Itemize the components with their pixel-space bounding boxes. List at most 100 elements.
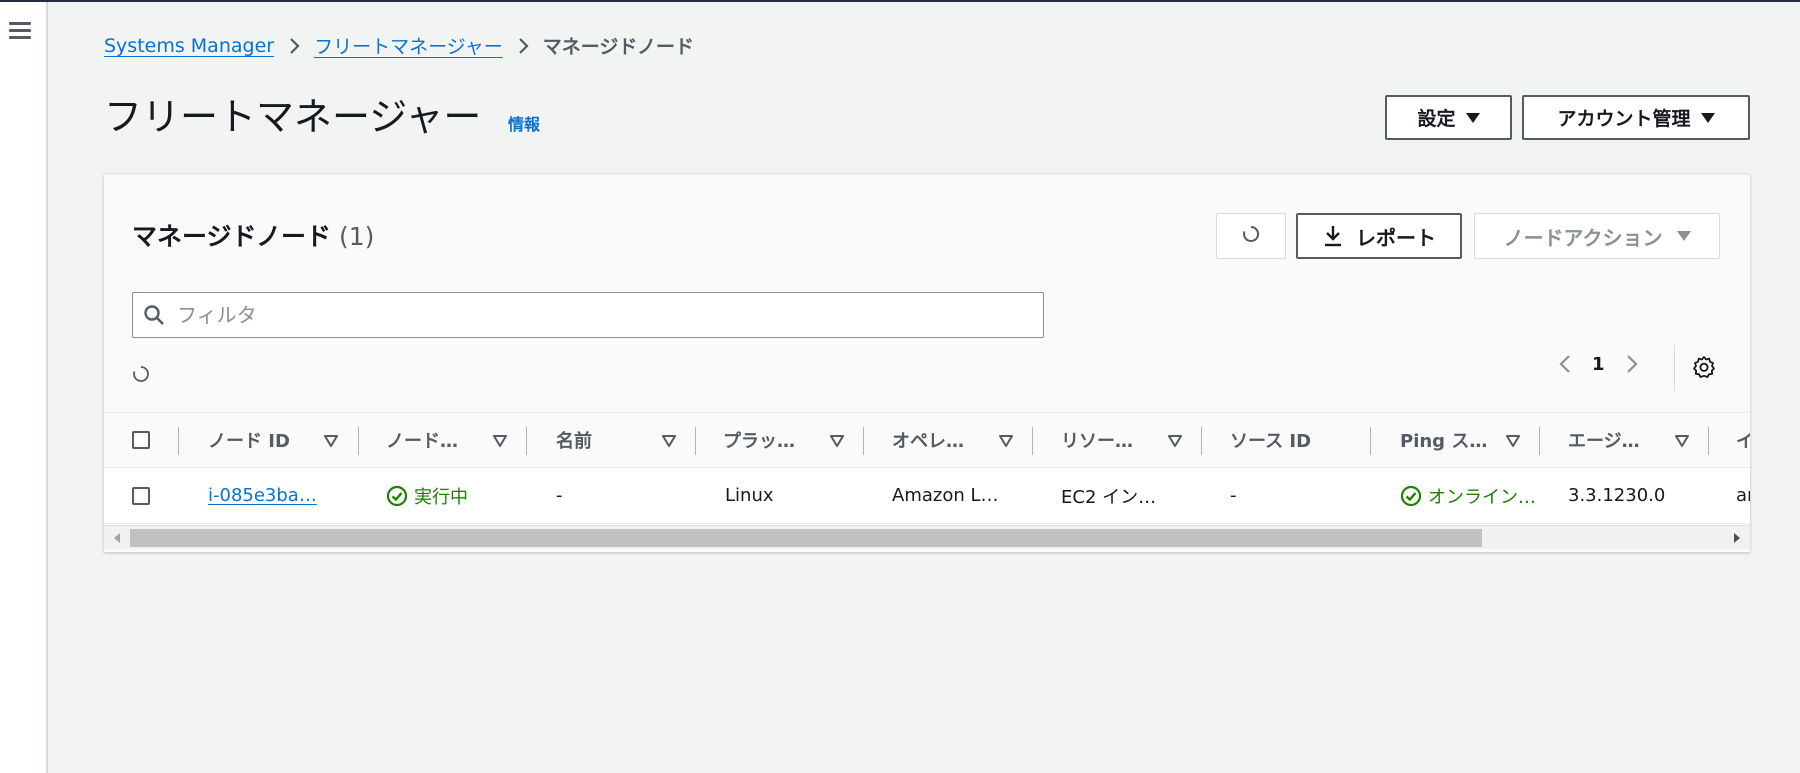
column-header-agent-version[interactable]: エージ… (1568, 413, 1678, 467)
node-id-link[interactable]: i-085e3ba… (208, 485, 317, 506)
agent-version-cell: 3.3.1230.0 (1568, 485, 1666, 506)
ping-status-text: オンライン… (1428, 486, 1536, 508)
sort-icon[interactable] (998, 433, 1014, 452)
column-divider (695, 427, 696, 455)
panel-title-text: マネージドノード (132, 222, 332, 251)
managed-nodes-panel: マネージドノード(1) レポート ノードアクション 1 (104, 174, 1750, 552)
side-navigation-collapsed (0, 2, 48, 773)
column-divider (526, 427, 527, 455)
name-cell: - (556, 485, 563, 506)
column-divider (1708, 427, 1709, 455)
column-header-label: ノード… (386, 431, 458, 452)
spinner-icon (132, 365, 150, 383)
settings-button-label: 設定 (1417, 108, 1456, 130)
column-divider (358, 427, 359, 455)
sort-icon[interactable] (1505, 433, 1521, 452)
breadcrumb-current: マネージドノード (542, 36, 694, 58)
ping-status: オンライン… (1400, 483, 1536, 509)
gear-icon[interactable] (1692, 355, 1716, 379)
managed-nodes-table: ノード ID ノード… 名前 プラッ… オペレ… リソー… ソース ID Pin… (104, 412, 1750, 524)
sort-icon[interactable] (1674, 433, 1690, 452)
select-all-cell (132, 413, 162, 467)
node-action-button[interactable]: ノードアクション (1474, 213, 1720, 259)
node-state-text: 実行中 (414, 486, 468, 508)
download-icon (1322, 224, 1344, 248)
column-header-resource-type[interactable]: リソー… (1061, 413, 1171, 467)
row-select-cell (132, 468, 162, 523)
scroll-left-icon[interactable] (114, 533, 120, 543)
horizontal-scrollbar[interactable] (104, 525, 1750, 549)
breadcrumb-systems-manager[interactable]: Systems Manager (104, 35, 274, 57)
node-count: (1) (339, 222, 375, 251)
column-header-label: ノード ID (208, 431, 290, 452)
column-divider (1370, 427, 1371, 455)
column-divider (863, 427, 864, 455)
column-header-label: プラッ… (723, 431, 795, 452)
caret-down-icon (1676, 231, 1691, 241)
column-header-source-id[interactable]: ソース ID (1230, 413, 1370, 467)
column-header-platform[interactable]: プラッ… (723, 413, 833, 467)
column-divider (1032, 427, 1033, 455)
breadcrumb: Systems Manager フリートマネージャー マネージドノード (104, 32, 694, 59)
chevron-right-icon[interactable] (1625, 353, 1639, 375)
table-row: i-085e3ba… 実行中 - Linux Amazon L… EC2 イン…… (104, 468, 1750, 524)
node-action-button-label: ノードアクション (1503, 225, 1663, 250)
search-icon (143, 304, 165, 326)
resource-type-cell: EC2 イン… (1061, 486, 1157, 508)
column-header-name[interactable]: 名前 (556, 413, 666, 467)
current-page[interactable]: 1 (1592, 354, 1605, 375)
check-circle-icon (386, 485, 408, 507)
column-header-label: エージ… (1568, 431, 1640, 452)
column-header-label: イ (1736, 427, 1750, 453)
settings-button[interactable]: 設定 (1385, 95, 1512, 140)
page-title: フリートマネージャー (104, 95, 482, 139)
column-header-node-state[interactable]: ノード… (386, 413, 496, 467)
sort-icon[interactable] (661, 433, 677, 452)
ping-status-cell: オンライン… (1400, 468, 1550, 523)
node-state-status: 実行中 (386, 483, 468, 509)
row-checkbox[interactable] (132, 486, 150, 505)
top-border (0, 0, 1800, 2)
chevron-left-icon[interactable] (1558, 353, 1572, 375)
column-divider (1539, 427, 1540, 455)
node-id-cell: i-085e3ba… (208, 468, 348, 523)
column-header-ping-status[interactable]: Ping ス… (1400, 413, 1510, 467)
breadcrumb-fleet-manager[interactable]: フリートマネージャー (314, 32, 503, 59)
filter-box (132, 292, 1044, 338)
report-button-label: レポート (1356, 225, 1436, 250)
refresh-button[interactable] (1216, 213, 1286, 259)
sort-icon[interactable] (323, 433, 339, 452)
platform-cell: Linux (725, 485, 774, 506)
scroll-right-icon[interactable] (1734, 533, 1740, 543)
panel-title: マネージドノード (1) (132, 217, 374, 253)
select-all-checkbox[interactable] (132, 431, 150, 449)
info-link[interactable]: 情報 (508, 111, 540, 135)
refresh-icon (1241, 224, 1261, 248)
scrollbar-thumb[interactable] (130, 529, 1482, 547)
chevron-right-icon (288, 37, 300, 55)
sort-icon[interactable] (1167, 433, 1183, 452)
account-management-button-label: アカウント管理 (1557, 108, 1691, 130)
filter-input[interactable] (175, 302, 1025, 328)
account-management-button[interactable]: アカウント管理 (1522, 95, 1750, 140)
sort-icon[interactable] (829, 433, 845, 452)
divider (1674, 345, 1675, 391)
column-header-os[interactable]: オペレ… (892, 413, 1002, 467)
column-divider (178, 427, 179, 455)
chevron-right-icon (517, 37, 529, 55)
column-header-label: リソー… (1061, 431, 1133, 452)
column-divider (1201, 427, 1202, 455)
table-header: ノード ID ノード… 名前 プラッ… オペレ… リソー… ソース ID Pin… (104, 412, 1750, 468)
column-header-label: ソース ID (1230, 431, 1312, 452)
pagination: 1 (1558, 353, 1639, 375)
sort-icon[interactable] (492, 433, 508, 452)
menu-icon[interactable] (9, 22, 31, 40)
node-state-cell: 実行中 (386, 468, 516, 523)
truncated-cell: ar (1736, 485, 1750, 506)
column-header-truncated[interactable]: イ (1736, 413, 1750, 467)
source-id-cell: - (1230, 485, 1237, 506)
column-header-label: オペレ… (892, 431, 964, 452)
caret-down-icon (1700, 112, 1715, 123)
caret-down-icon (1465, 112, 1480, 123)
report-button[interactable]: レポート (1296, 213, 1462, 259)
